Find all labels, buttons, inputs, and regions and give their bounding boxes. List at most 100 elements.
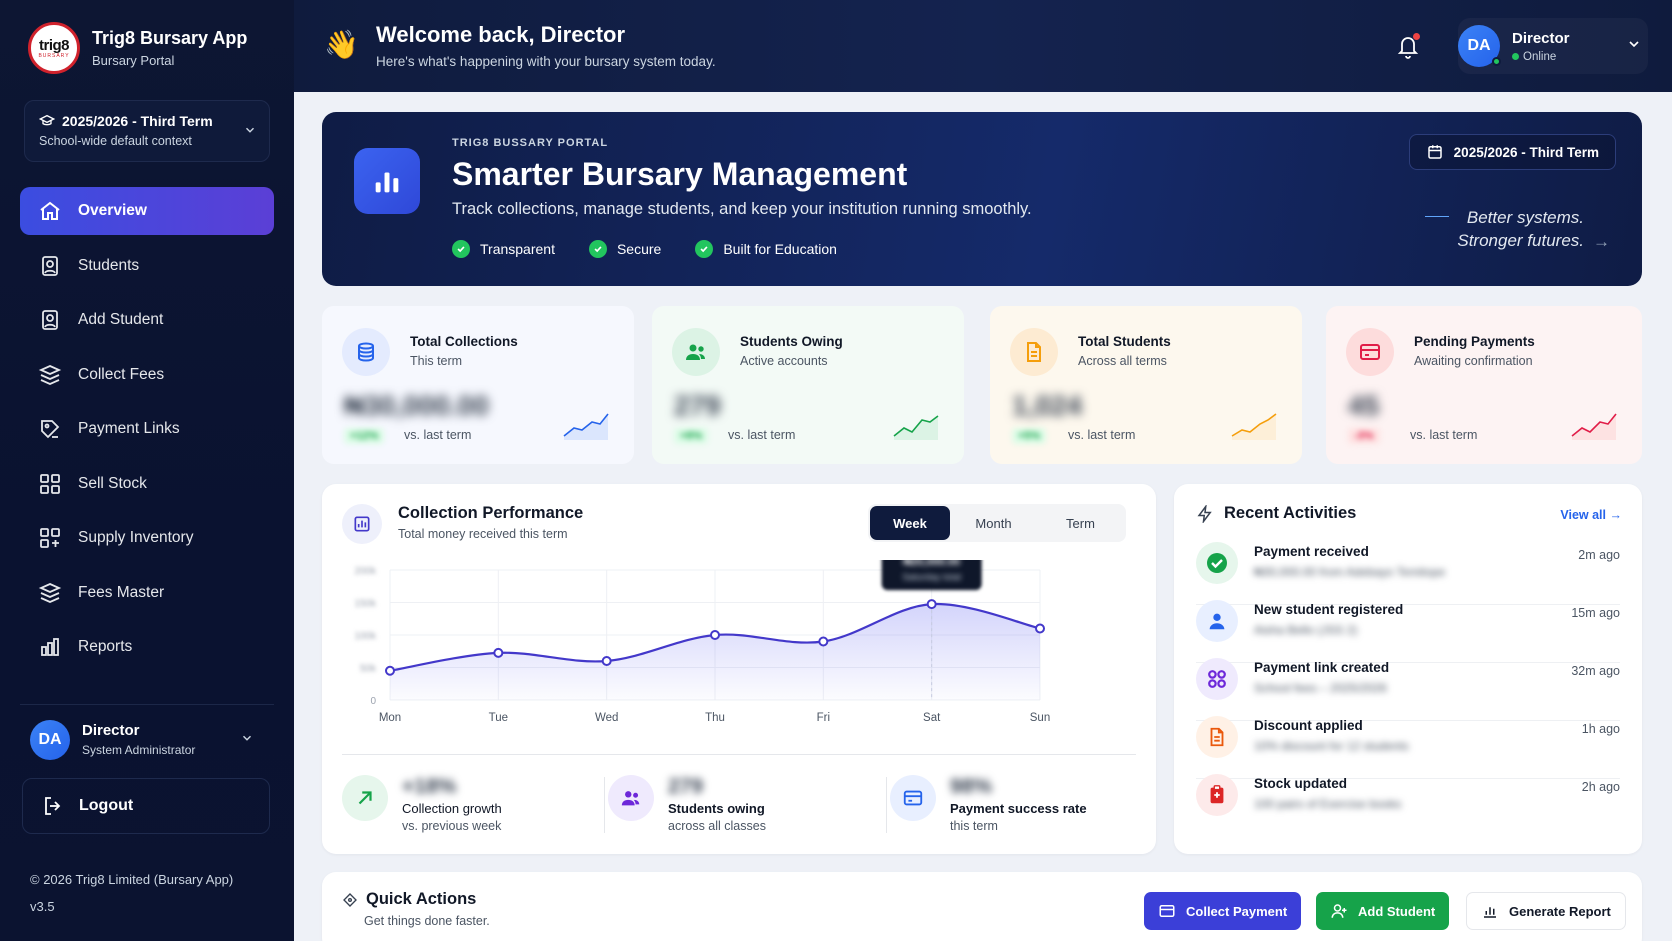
stat-title: Students Owing: [740, 334, 843, 349]
welcome-subtitle: Here's what's happening with your bursar…: [376, 54, 716, 69]
view-all-label: View all: [1560, 508, 1607, 522]
kpi-label: Students owing: [668, 801, 765, 816]
activity-time: 2m ago: [1578, 548, 1620, 562]
notification-dot: [1413, 33, 1420, 40]
coins-icon: [342, 328, 390, 376]
x-tick-label: Wed: [595, 712, 618, 724]
sidebar-item-reports[interactable]: Reports: [20, 623, 274, 671]
tab-term[interactable]: Term: [1037, 506, 1124, 540]
stat-comparison: vs. last term: [728, 428, 796, 442]
collect-payment-button[interactable]: Collect Payment: [1144, 892, 1302, 930]
kpi-label: Collection growth: [402, 801, 502, 816]
activity-description: 10% discount for 12 students: [1254, 739, 1409, 753]
sidebar-item-supply-inventory[interactable]: Supply Inventory: [20, 514, 274, 562]
supply-inventory-icon: [40, 528, 60, 548]
collect-fees-icon: [38, 364, 62, 385]
graduation-cap-icon: [39, 114, 55, 126]
term-title: 2025/2026 - Third Term: [62, 113, 213, 129]
chevron-down-icon: [245, 127, 255, 133]
activity-time: 32m ago: [1571, 664, 1620, 678]
stat-comparison: vs. last term: [1410, 428, 1478, 442]
period-toggle: Week Month Term: [868, 504, 1126, 542]
card-title: Quick Actions: [342, 890, 476, 909]
activity-title: Stock updated: [1254, 776, 1348, 791]
x-tick-label: Sat: [923, 712, 941, 724]
sidebar-item-overview[interactable]: Overview: [20, 187, 274, 235]
sidebar-item-sell-stock[interactable]: Sell Stock: [20, 460, 274, 508]
stat-card-students-owing[interactable]: Students Owing Active accounts 279 +8% v…: [652, 306, 964, 464]
activity-item[interactable]: New student registered Aisha Bello (JSS 2…: [1196, 596, 1620, 654]
logout-button[interactable]: Logout: [22, 778, 270, 834]
stat-comparison: vs. last term: [1068, 428, 1136, 442]
motto-line-1: Better systems.: [1466, 208, 1584, 227]
stat-card-pending-payments[interactable]: Pending Payments Awaiting confirmation 4…: [1326, 306, 1642, 464]
generate-report-button[interactable]: Generate Report: [1466, 892, 1626, 930]
quick-actions-card: Quick Actions Get things done faster. Co…: [322, 872, 1642, 941]
add-user-icon: [1331, 904, 1347, 918]
stat-title: Pending Payments: [1414, 334, 1535, 349]
sidebar-item-add-student[interactable]: Add Student: [20, 296, 274, 344]
activity-time: 15m ago: [1571, 606, 1620, 620]
user-menu[interactable]: DA Director Online: [1458, 18, 1648, 74]
stat-card-total-students[interactable]: Total Students Across all terms 1,024 +5…: [990, 306, 1302, 464]
stat-change: +5%: [1012, 428, 1047, 444]
sidebar-item-label: Payment Links: [78, 420, 180, 437]
credit-card-icon: [890, 775, 936, 821]
diamond-icon: [343, 892, 357, 907]
bar-chart-icon: [354, 148, 420, 214]
user-status: Online: [1512, 51, 1570, 63]
activity-item[interactable]: Discount applied 10% discount for 12 stud…: [1196, 712, 1620, 770]
notifications-button[interactable]: [1388, 26, 1428, 66]
sidebar-item-fees-master[interactable]: Fees Master: [20, 569, 274, 617]
brand[interactable]: trig8 BURSARY Trig8 Bursary App Bursary …: [28, 22, 247, 74]
term-selector[interactable]: 2025/2026 - Third Term School-wide defau…: [24, 100, 270, 162]
sidebar: trig8 BURSARY Trig8 Bursary App Bursary …: [0, 0, 294, 941]
tab-month[interactable]: Month: [950, 506, 1037, 540]
hero-title: Smarter Bursary Management: [452, 156, 908, 192]
button-label: Collect Payment: [1186, 903, 1288, 919]
app-subtitle: Bursary Portal: [92, 53, 175, 68]
activity-time: 2h ago: [1581, 780, 1620, 794]
sparkline-green: [893, 415, 939, 440]
activity-description: School fees – 2025/2026: [1254, 681, 1387, 695]
sidebar-item-payment-links[interactable]: Payment Links: [20, 405, 274, 453]
view-all-link[interactable]: View all →: [1560, 508, 1622, 522]
sidebar-item-students[interactable]: Students: [20, 242, 274, 290]
tooltip-value: ₦20,000.00: [903, 560, 960, 568]
motto-line-2: Stronger futures.: [1457, 231, 1584, 250]
arrow-right-icon: →: [1593, 232, 1610, 251]
stat-value: 1,024: [1012, 390, 1083, 421]
kpi-value: 279: [668, 775, 704, 798]
activity-description: Aisha Bello (JSS 2): [1254, 623, 1358, 637]
sidebar-user-menu[interactable]: DA Director System Administrator: [20, 704, 274, 774]
x-tick-label: Mon: [379, 712, 401, 724]
term-subtitle: School-wide default context: [39, 134, 192, 148]
stat-title: Total Students: [1078, 334, 1171, 349]
hero-term-label: 2025/2026 - Third Term: [1453, 144, 1599, 160]
add-student-button[interactable]: Add Student: [1316, 892, 1450, 930]
logo-subtext: BURSARY: [38, 52, 70, 59]
activity-item[interactable]: Payment received ₦30,000.00 from Adebayo …: [1196, 538, 1620, 596]
badge-education: Built for Education: [695, 240, 837, 258]
stat-card-total-collections[interactable]: Total Collections This term ₦30,000.00 +…: [322, 306, 634, 464]
activity-item[interactable]: Payment link created School fees – 2025/2…: [1196, 654, 1620, 712]
activity-title: Payment link created: [1254, 660, 1390, 675]
sidebar-item-collect-fees[interactable]: Collect Fees: [20, 351, 274, 399]
sell-stock-icon: [40, 473, 60, 494]
kpi-payment-success: 98% Payment success rate this term: [890, 775, 1087, 833]
activity-item[interactable]: Stock updated 100 pairs of Exercise books…: [1196, 770, 1620, 828]
sidebar-item-label: Collect Fees: [78, 365, 165, 383]
kpi-subtitle: across all classes: [668, 819, 766, 833]
document-icon: [1196, 716, 1238, 758]
hero-term-chip[interactable]: 2025/2026 - Third Term: [1408, 134, 1616, 170]
activity-description: ₦30,000.00 from Adebayo Temitope: [1254, 565, 1446, 579]
stat-value: 45: [1348, 390, 1380, 421]
button-label: Generate Report: [1509, 903, 1611, 919]
y-tick-label: 100k: [354, 631, 377, 642]
footer-info: © 2026 Trig8 Limited (Bursary App) v3.5: [30, 866, 233, 920]
y-tick-label: 50k: [360, 664, 377, 675]
card-title: Collection Performance: [398, 504, 584, 522]
check-circle-icon: [1196, 542, 1238, 584]
tab-week[interactable]: Week: [870, 506, 950, 540]
stat-change: -3%: [1348, 428, 1380, 444]
